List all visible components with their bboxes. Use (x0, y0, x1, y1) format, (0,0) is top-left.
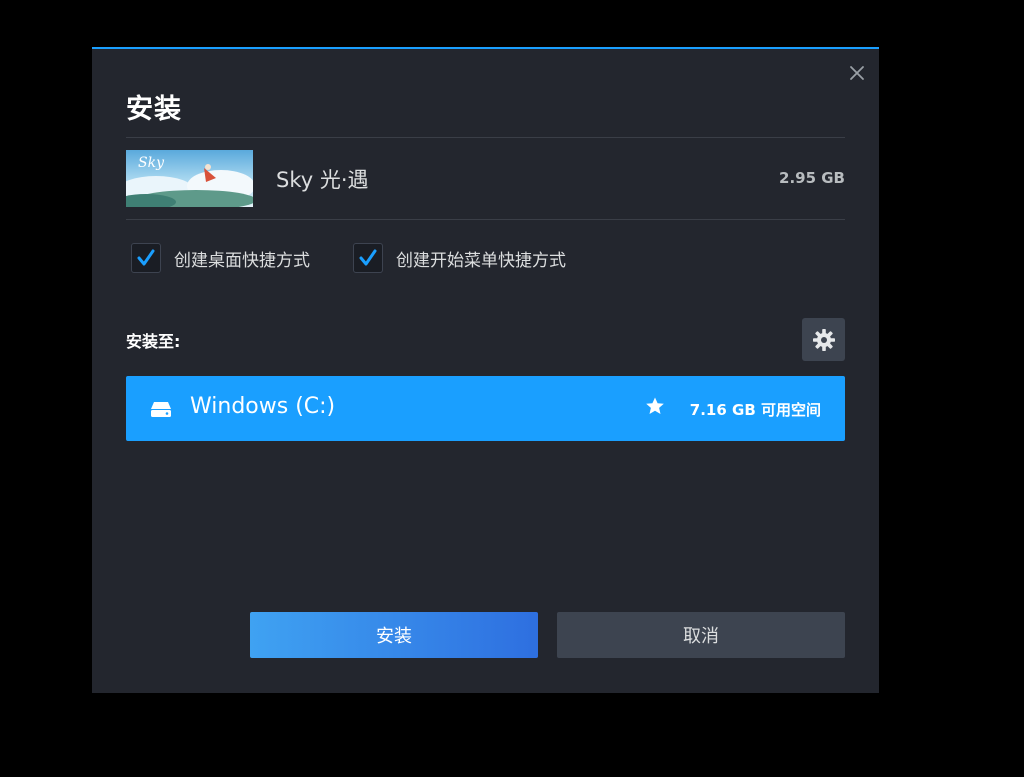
divider (126, 137, 845, 138)
checkmark-icon (137, 249, 155, 266)
gear-icon (812, 328, 835, 351)
desktop-shortcut-option[interactable]: 创建桌面快捷方式 (131, 242, 310, 274)
game-info-row: Sky Sky 光·遇 2.95 GB (126, 150, 845, 207)
install-button[interactable]: 安装 (250, 612, 538, 658)
start-menu-shortcut-label: 创建开始菜单快捷方式 (396, 250, 566, 271)
desktop-shortcut-checkbox[interactable] (131, 243, 161, 273)
start-menu-shortcut-option[interactable]: 创建开始菜单快捷方式 (353, 242, 566, 274)
thumbnail-logo: Sky (138, 155, 165, 171)
game-size: 2.95 GB (779, 169, 845, 187)
game-thumbnail: Sky (126, 150, 253, 207)
cancel-button[interactable]: 取消 (557, 612, 845, 658)
checkmark-icon (359, 249, 377, 266)
desktop-shortcut-label: 创建桌面快捷方式 (174, 250, 310, 271)
install-dialog: 安装 Sky Sky 光·遇 2.95 GB 创建桌面快捷方式 创建开始菜单快捷… (92, 47, 879, 693)
storage-settings-button[interactable] (802, 318, 845, 361)
drive-option-windows-c[interactable]: Windows (C:) 7.16 GB 可用空间 (126, 376, 845, 441)
drive-free-space: 7.16 GB 可用空间 (689, 401, 821, 419)
game-name: Sky 光·遇 (276, 168, 369, 192)
drive-icon (150, 400, 172, 422)
start-menu-shortcut-checkbox[interactable] (353, 243, 383, 273)
star-icon[interactable] (645, 396, 665, 420)
install-location-label: 安装至: (126, 332, 181, 351)
divider (126, 219, 845, 220)
drive-name: Windows (C:) (190, 394, 336, 419)
dialog-title: 安装 (126, 94, 182, 125)
close-icon[interactable] (847, 63, 867, 83)
